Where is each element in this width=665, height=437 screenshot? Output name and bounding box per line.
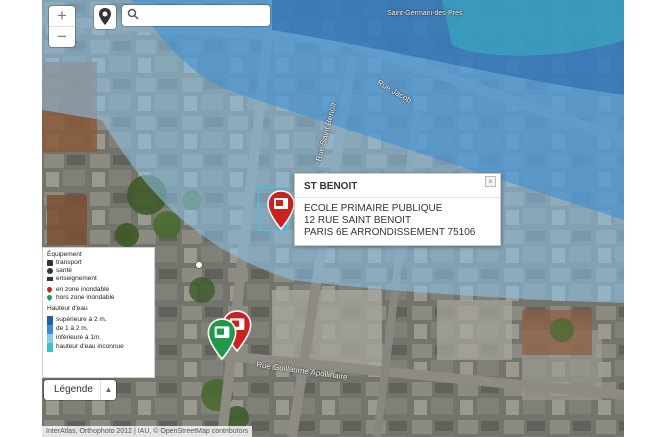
place-label-saint-germain: Saint-Germain-des-Prés: [387, 10, 463, 17]
health-icon: [47, 268, 53, 274]
bus-icon: [47, 260, 53, 266]
search-box: [122, 5, 270, 26]
school-marker-green[interactable]: [207, 318, 237, 360]
legend-label-en-zone: en zone inondable: [56, 286, 110, 293]
zoom-out-button[interactable]: −: [49, 26, 75, 47]
legend-label-enseignement: enseignement: [56, 275, 97, 282]
legend-item-transport: transport: [43, 259, 154, 267]
legend-item-hors-zone: hors zone inondable: [43, 293, 154, 302]
swatch-sup2: [47, 316, 53, 325]
map-legend: Équipement transport santé enseignement …: [42, 247, 155, 378]
map-pin-icon: [99, 8, 111, 25]
green-pin-icon: [45, 293, 54, 302]
red-pin-icon: [45, 285, 54, 294]
info-popup: ST BENOIT × ECOLE PRIMAIRE PUBLIQUE 12 R…: [294, 173, 501, 246]
legend-label-de1a2: de 1 à 2 m.: [56, 325, 89, 332]
legend-label-inconnue: hauteur d'eau inconnue: [56, 343, 124, 350]
legend-label-hors-zone: hors zone inondable: [56, 294, 115, 301]
legend-heading-equipement: Équipement: [47, 251, 82, 258]
legend-item-enseignement: enseignement: [43, 275, 154, 283]
location-button[interactable]: [94, 5, 116, 29]
popup-type: ECOLE PRIMAIRE PUBLIQUE: [304, 203, 443, 214]
chevron-up-icon: ▲: [100, 380, 116, 400]
map-view[interactable]: Rue Jacob Rue Saint Benoît Rue Guillaume…: [42, 0, 624, 437]
legend-heading-hauteur: Hauteur d'eau: [47, 305, 88, 312]
legend-button-label: Légende: [54, 384, 93, 395]
legend-label-inf1: inférieure à 1m.: [56, 334, 102, 341]
legend-item-en-zone: en zone inondable: [43, 285, 154, 294]
poi-dot[interactable]: [194, 260, 204, 270]
swatch-inconnue: [47, 343, 53, 352]
popup-address: 12 RUE SAINT BENOIT: [304, 215, 412, 226]
popup-city: PARIS 6E ARRONDISSEMENT 75106: [304, 227, 476, 238]
legend-item-sante: santé: [43, 267, 154, 275]
zoom-in-button[interactable]: +: [49, 6, 75, 26]
search-icon: [127, 8, 139, 20]
popup-title: ST BENOIT: [295, 174, 500, 198]
zoom-control: + −: [49, 6, 75, 47]
legend-item-de1a2: de 1 à 2 m.: [43, 325, 154, 334]
swatch-de1a2: [47, 325, 53, 334]
legend-item-sup2: supérieure à 2 m.: [43, 316, 154, 325]
map-attribution: InterAtlas, Orthophoto 2012 | IAU, © Ope…: [42, 426, 253, 437]
legend-item-inconnue: hauteur d'eau inconnue: [43, 343, 154, 352]
search-input[interactable]: [142, 7, 266, 24]
swatch-inf1: [47, 334, 53, 343]
legend-item-inf1: inférieure à 1m.: [43, 334, 154, 343]
school-marker-red[interactable]: [267, 190, 295, 230]
legend-toggle-button[interactable]: Légende ▲: [44, 380, 116, 400]
popup-close-button[interactable]: ×: [485, 176, 496, 187]
legend-label-sup2: supérieure à 2 m.: [56, 316, 107, 323]
legend-label-transport: transport: [56, 259, 82, 266]
legend-label-sante: santé: [56, 267, 72, 274]
school-icon: [47, 277, 53, 281]
